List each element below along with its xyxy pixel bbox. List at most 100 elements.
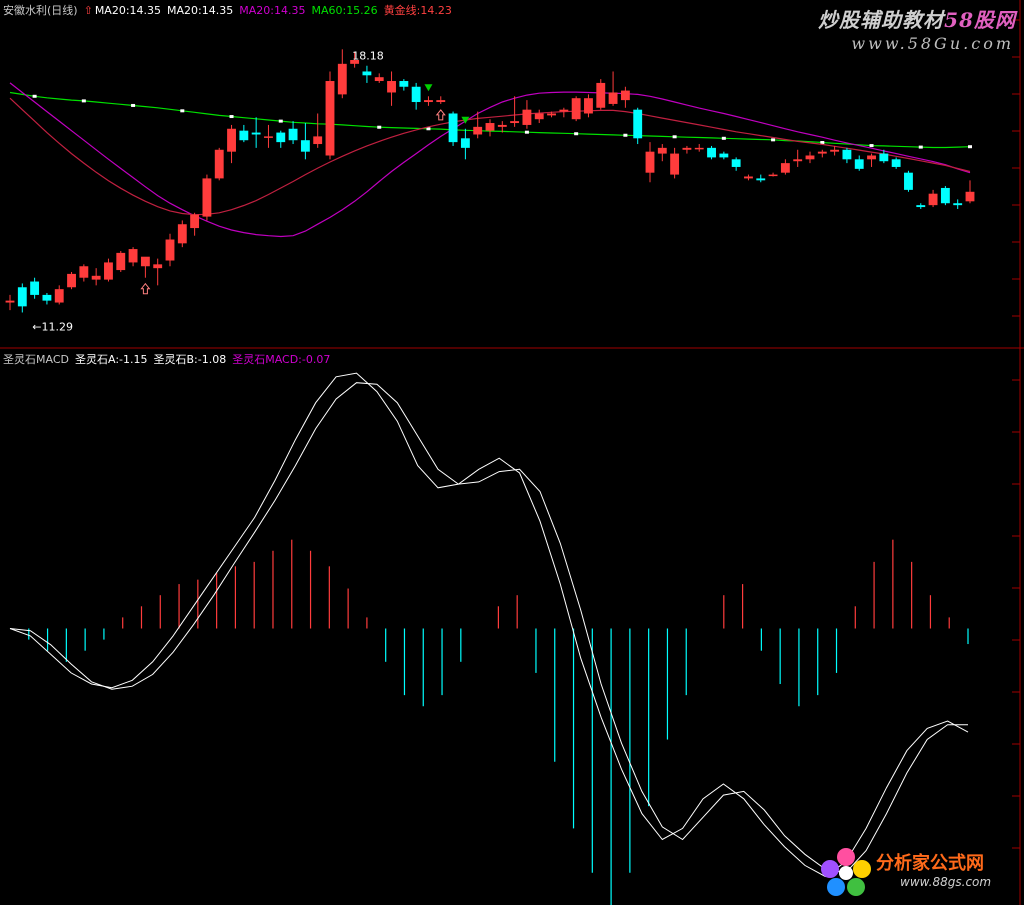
candle-body [485, 123, 495, 131]
candle-body [460, 138, 470, 148]
candle-body [522, 109, 532, 125]
candle-body [448, 113, 458, 143]
candle-body [300, 140, 310, 152]
candle-body [153, 264, 163, 269]
up-arrow-icon [435, 109, 446, 121]
candle-body [620, 90, 630, 101]
indicator-macd-value: 圣灵石MACD:-0.07 [232, 353, 331, 366]
candle-body [596, 82, 606, 108]
candle-body [879, 153, 889, 162]
indicator-panel-header: 圣灵石MACD 圣灵石A:-1.15 圣灵石B:-1.08 圣灵石MACD:-0.07 [3, 353, 336, 367]
candle-body [670, 153, 680, 175]
candle-body [756, 178, 766, 181]
candle-body [239, 130, 249, 141]
logo-text: 分析家公式网 [876, 853, 984, 874]
candle-body [128, 249, 138, 263]
price-annotation: ←11.29 [32, 320, 73, 333]
ma60-marker [81, 99, 86, 103]
candle-body [633, 109, 643, 139]
ma20-value-a: MA20:14.35 [94, 4, 162, 17]
candle-body [694, 147, 704, 150]
candle-body [202, 178, 212, 217]
watermark-title-accent: 58股网 [944, 8, 1016, 32]
candle-body [547, 113, 556, 116]
candle-body [719, 153, 729, 158]
candle-body [953, 203, 963, 206]
indicator-a-value: 圣灵石A:-1.15 [74, 353, 148, 366]
candle-body [91, 275, 101, 280]
ma60-marker [820, 141, 825, 145]
candle-body [780, 163, 790, 173]
candle-body [645, 151, 655, 173]
candle-body [891, 159, 901, 167]
candle-body [17, 287, 27, 307]
ma60-marker [672, 135, 677, 139]
candle-body [534, 113, 544, 120]
candle-body [805, 155, 815, 160]
candle-body [5, 300, 15, 303]
ma60-marker [968, 145, 972, 149]
candle-body [190, 214, 200, 229]
candle-body [744, 176, 753, 179]
candle-body [854, 159, 864, 169]
candle-body [608, 92, 618, 104]
indicator-name: 圣灵石MACD [3, 353, 69, 366]
ma60-marker [278, 119, 283, 123]
candle-body [965, 191, 975, 202]
candle-body [793, 159, 803, 162]
candle-body [67, 273, 76, 288]
candle-body [177, 224, 187, 244]
candle-body [830, 149, 840, 152]
candle-body [424, 100, 433, 103]
ma60-marker [869, 144, 874, 148]
candle-body [140, 256, 150, 267]
stock-chart: 18.18 ←11.29 [0, 0, 1024, 905]
ma60-value: MA60:15.26 [311, 4, 378, 17]
candle-body [497, 124, 507, 127]
ma60-marker [180, 109, 185, 113]
ma-up-icon: ⇧ [83, 4, 93, 17]
golden-line-value: 黄金线:14.23 [383, 4, 452, 17]
price-panel-header: 安徽水利(日线) ⇧ MA20:14.35 MA20:14.35 MA20:14.35 M… [3, 4, 458, 18]
candle-body [768, 174, 778, 177]
ma20-value-b: MA20:14.35 [167, 4, 234, 17]
ma60-marker [229, 115, 234, 119]
candle-body [473, 126, 483, 135]
candle-body [571, 98, 581, 120]
candle-body [374, 77, 384, 82]
candle-body [411, 86, 421, 103]
ma60-marker [574, 132, 579, 136]
candle-body [916, 205, 926, 208]
candle-body [928, 193, 938, 206]
logo-url: www.88gs.com [900, 875, 992, 889]
watermark-title: 炒股辅助教材58股网 [818, 4, 1016, 33]
stock-name: 安徽水利(日线) [3, 4, 78, 17]
watermark-url: www.58Gu.com [851, 34, 1014, 53]
candle-body [337, 63, 347, 95]
candle-body [79, 266, 89, 278]
ma-line-2 [9, 97, 971, 216]
candle-body [104, 262, 113, 280]
candle-body [584, 98, 593, 114]
candle-body [362, 71, 372, 76]
candle-body [867, 155, 876, 160]
candle-body [707, 147, 716, 158]
candle-body [510, 121, 520, 124]
candle-body [214, 149, 224, 179]
candle-body [682, 147, 692, 150]
ma60-marker [131, 103, 136, 107]
candle-body [227, 128, 236, 152]
candle-body [251, 132, 261, 135]
flower-logo-icon [821, 848, 871, 896]
ma60-marker [771, 138, 776, 142]
candle-body [559, 109, 569, 112]
ma-line-1 [9, 82, 971, 238]
candle-body [842, 149, 852, 160]
candle-body [399, 81, 409, 87]
ma60-marker [377, 125, 382, 129]
down-arrow-icon [424, 84, 433, 92]
candle-body [54, 289, 64, 303]
candle-body [731, 159, 741, 167]
price-annotation: 18.18 [352, 49, 384, 62]
up-arrow-icon [140, 282, 151, 295]
